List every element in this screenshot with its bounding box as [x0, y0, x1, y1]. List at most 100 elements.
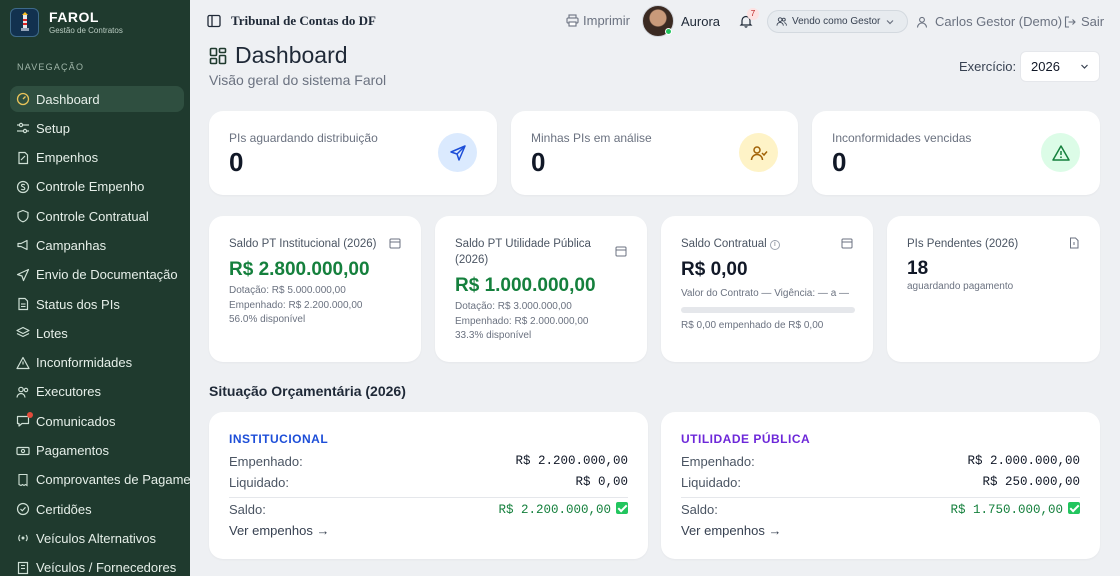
topbar: Tribunal de Contas do DF Imprimir Aurora… — [190, 0, 1120, 42]
sidebar: FAROL Gestão de Contratos NAVEGAÇÃO Dash… — [0, 0, 190, 576]
divider — [681, 497, 1080, 498]
chevron-down-icon — [886, 19, 894, 24]
stat-value: 0 — [531, 147, 546, 177]
sidebar-item-label: Pagamentos — [36, 443, 109, 459]
user-icon — [916, 16, 928, 28]
sidebar-item-label: Controle Empenho — [36, 179, 145, 195]
role-label: Vendo como Gestor — [792, 16, 881, 27]
assistant-avatar[interactable] — [642, 5, 674, 37]
sidebar-item-comprovantes-de-pagamento[interactable]: Comprovantes de Pagamento — [10, 467, 190, 493]
print-button[interactable]: Imprimir — [566, 13, 630, 28]
file-edit-icon — [16, 151, 30, 165]
sidebar-item-controle-empenho[interactable]: Controle Empenho — [10, 174, 184, 200]
users-icon — [776, 17, 787, 26]
contract-committed: R$ 0,00 empenhado de R$ 0,00 — [681, 320, 824, 331]
sidebar-item-label: Inconformidades — [36, 355, 133, 371]
stat-label: PIs aguardando distribuição — [229, 131, 378, 145]
stat-card-my-pis[interactable]: Minhas PIs em análise 0 — [511, 111, 798, 195]
budget-row-liquidado: Liquidado: R$ 0,00 — [229, 475, 628, 493]
sidebar-item-label: Comprovantes de Pagamento — [36, 472, 190, 488]
user-name: Carlos Gestor (Demo) — [935, 14, 1063, 29]
balance-card-public-utility[interactable]: Saldo PT Utilidade Pública (2026) R$ 1.0… — [435, 216, 647, 362]
row-value: R$ 250.000,00 — [982, 475, 1080, 489]
sidebar-item-status-dos-pis[interactable]: Status dos PIs — [10, 291, 184, 317]
logout-icon — [1064, 15, 1076, 28]
megaphone-icon — [16, 238, 30, 252]
notification-dot — [27, 412, 33, 419]
stat-card-pis-distribution[interactable]: PIs aguardando distribuição 0 — [209, 111, 497, 195]
sidebar-item-veiculos-fornecedores[interactable]: Veículos / Fornecedores — [10, 555, 184, 576]
building-icon — [16, 561, 30, 575]
role-selector[interactable]: Vendo como Gestor — [767, 10, 909, 33]
brand-name: FAROL — [49, 9, 99, 25]
sidebar-item-dashboard[interactable]: Dashboard — [10, 86, 184, 112]
user-menu[interactable]: Carlos Gestor (Demo) — [916, 14, 1062, 29]
balance-card-contractual[interactable]: Saldo Contratual i R$ 0,00 Valor do Cont… — [661, 216, 873, 362]
brand[interactable]: FAROL Gestão de Contratos — [0, 0, 190, 44]
budget-row-saldo: Saldo: R$ 1.750.000,00 — [681, 502, 1080, 520]
sidebar-item-inconformidades[interactable]: Inconformidades — [10, 350, 184, 376]
users-icon — [16, 385, 30, 399]
sidebar-item-lotes[interactable]: Lotes — [10, 320, 184, 346]
budget-card-title: INSTITUCIONAL — [229, 432, 329, 446]
row-value: R$ 2.200.000,00 — [515, 454, 628, 468]
balance-label: Saldo PT Utilidade Pública (2026) — [455, 238, 591, 266]
sidebar-item-label: Empenhos — [36, 150, 99, 166]
sidebar-item-executores[interactable]: Executores — [10, 379, 184, 405]
sidebar-item-label: Dashboard — [36, 91, 100, 107]
logout-button[interactable]: Sair — [1064, 14, 1104, 29]
stat-label: Minhas PIs em análise — [531, 131, 652, 145]
sidebar-item-label: Veículos / Fornecedores — [36, 560, 177, 576]
sidebar-item-pagamentos[interactable]: Pagamentos — [10, 438, 184, 464]
exercise-select[interactable]: 2026 — [1020, 51, 1100, 82]
stat-card-overdue-nonconformities[interactable]: Inconformidades vencidas 0 — [812, 111, 1100, 195]
budget-card-public-utility: UTILIDADE PÚBLICA Empenhado: R$ 2.000.000… — [661, 412, 1100, 559]
balance-label: PIs Pendentes (2026) — [907, 238, 1019, 250]
sliders-icon — [16, 121, 30, 135]
row-label: Empenhado: — [229, 454, 303, 469]
printer-icon — [566, 14, 579, 27]
print-label: Imprimir — [583, 13, 630, 28]
sidebar-item-envio-de-documentacao[interactable]: Envio de Documentação — [10, 262, 184, 288]
assistant-name[interactable]: Aurora — [681, 14, 720, 29]
nav-section-label: NAVEGAÇÃO — [17, 62, 85, 72]
sidebar-item-label: Certidões — [36, 501, 92, 517]
section-title: Situação Orçamentária (2026) — [209, 383, 406, 399]
page-title: Dashboard — [235, 42, 348, 68]
chevron-down-icon — [1081, 64, 1088, 69]
sidebar-item-label: Comunicados — [36, 413, 116, 429]
info-icon[interactable]: i — [769, 240, 780, 250]
sidebar-item-setup[interactable]: Setup — [10, 115, 184, 141]
pending-caption: aguardando pagamento — [907, 281, 1014, 292]
app-title: Tribunal de Contas do DF — [231, 13, 376, 28]
balance-dotacao: Dotação: R$ 3.000.000,00 — [455, 301, 572, 312]
sidebar-item-empenhos[interactable]: Empenhos — [10, 145, 184, 171]
receipt-icon — [16, 473, 30, 487]
calendar-icon — [615, 246, 627, 257]
send-icon — [438, 133, 477, 172]
sidebar-item-campanhas[interactable]: Campanhas — [10, 232, 184, 258]
calendar-icon — [841, 238, 853, 249]
stat-value: 0 — [832, 147, 847, 177]
balance-label: Saldo PT Institucional (2026) — [229, 238, 377, 250]
sidebar-item-veiculos-alternativos[interactable]: Veículos Alternativos — [10, 525, 184, 551]
dashboard-grid-icon — [209, 47, 227, 64]
sidebar-item-label: Status dos PIs — [36, 296, 120, 312]
budget-row-liquidado: Liquidado: R$ 250.000,00 — [681, 475, 1080, 493]
view-commitments-link[interactable]: Ver empenhos → — [681, 523, 781, 538]
contract-progress-bar — [681, 307, 855, 313]
budget-row-saldo: Saldo: R$ 2.200.000,00 — [229, 502, 628, 520]
sidebar-item-certidoes[interactable]: Certidões — [10, 496, 184, 522]
sidebar-item-label: Setup — [36, 120, 70, 136]
radio-icon — [16, 531, 30, 545]
sidebar-item-controle-contratual[interactable]: Controle Contratual — [10, 203, 184, 229]
sidebar-item-comunicados[interactable]: Comunicados — [10, 408, 184, 434]
stat-value: 0 — [229, 147, 244, 177]
sidebar-toggle-icon[interactable] — [207, 14, 221, 28]
view-commitments-link[interactable]: Ver empenhos → — [229, 523, 329, 538]
balance-dotacao: Dotação: R$ 5.000.000,00 — [229, 285, 346, 296]
balance-card-pending-pis[interactable]: PIs Pendentes (2026) 18 aguardando pagam… — [887, 216, 1100, 362]
row-value: R$ 2.200.000,00 — [498, 502, 628, 517]
row-label: Liquidado: — [229, 475, 289, 490]
balance-card-institutional[interactable]: Saldo PT Institucional (2026) R$ 2.800.0… — [209, 216, 421, 362]
